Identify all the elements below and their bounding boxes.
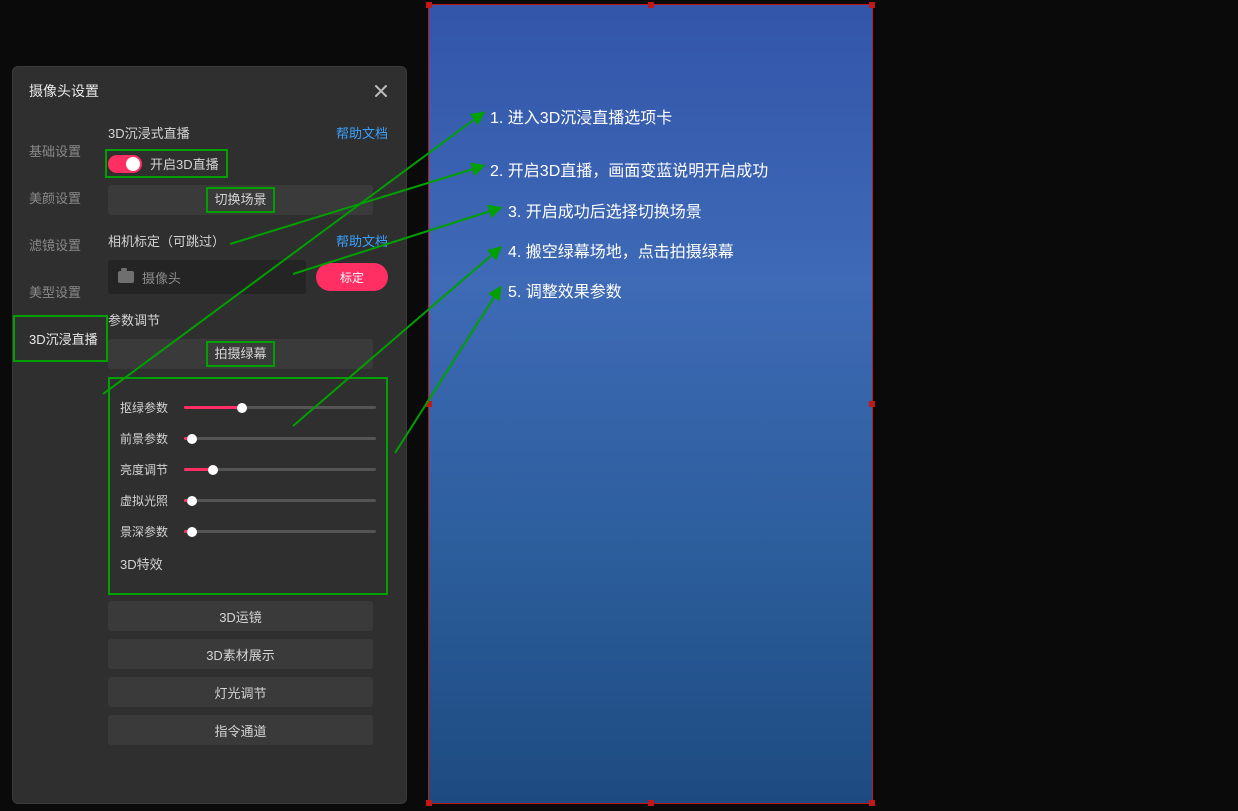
resize-handle[interactable] [426, 401, 432, 407]
close-icon[interactable] [372, 82, 390, 100]
slider-label: 景深参数 [120, 523, 176, 540]
camera-icon [118, 271, 134, 283]
tab-filter[interactable]: 滤镜设置 [13, 221, 108, 268]
help-link[interactable]: 帮助文档 [336, 123, 388, 142]
resize-handle[interactable] [869, 800, 875, 806]
camera-select[interactable]: 摄像头 [108, 260, 306, 294]
resize-handle[interactable] [869, 2, 875, 8]
slider-foreground[interactable] [184, 437, 376, 440]
camera-placeholder: 摄像头 [142, 268, 181, 287]
capture-greenscreen-button[interactable]: 拍摄绿幕 [108, 339, 373, 369]
slider-label: 亮度调节 [120, 461, 176, 478]
resize-handle[interactable] [869, 401, 875, 407]
slider-label: 前景参数 [120, 430, 176, 447]
fx-command-button[interactable]: 指令通道 [108, 715, 373, 745]
calibrate-button[interactable]: 标定 [316, 263, 388, 291]
annotation-text: 4. 搬空绿幕场地，点击拍摄绿幕 [508, 238, 734, 262]
annotation-text: 1. 进入3D沉浸直播选项卡 [490, 104, 672, 128]
annotation-text: 5. 调整效果参数 [508, 278, 622, 302]
settings-content: 3D沉浸式直播 帮助文档 开启3D直播 切换场景 相机标定（可跳过） 帮助文档 … [108, 107, 406, 753]
camera-settings-dialog: 摄像头设置 基础设置 美颜设置 滤镜设置 美型设置 3D沉浸直播 3D沉浸式直播… [12, 66, 407, 804]
resize-handle[interactable] [648, 800, 654, 806]
slider-label: 抠绿参数 [120, 399, 176, 416]
dialog-title: 摄像头设置 [29, 81, 99, 101]
resize-handle[interactable] [648, 2, 654, 8]
resize-handle[interactable] [426, 2, 432, 8]
slider-label: 虚拟光照 [120, 492, 176, 509]
slider-chroma[interactable] [184, 406, 376, 409]
fx-3d-camera-button[interactable]: 3D运镜 [108, 601, 373, 631]
tab-3d-immersive[interactable]: 3D沉浸直播 [13, 315, 108, 362]
tab-beauty[interactable]: 美颜设置 [13, 174, 108, 221]
tab-shape[interactable]: 美型设置 [13, 268, 108, 315]
capture-greenscreen-label: 拍摄绿幕 [206, 341, 274, 367]
calib-label: 相机标定（可跳过） [108, 231, 225, 250]
switch-scene-button[interactable]: 切换场景 [108, 185, 373, 215]
slider-depth[interactable] [184, 530, 376, 533]
toggle-3d-label: 开启3D直播 [150, 154, 219, 173]
switch-scene-label: 切换场景 [206, 187, 274, 213]
resize-handle[interactable] [426, 800, 432, 806]
slider-brightness[interactable] [184, 468, 376, 471]
annotation-text: 3. 开启成功后选择切换场景 [508, 198, 702, 222]
fx-label: 3D特效 [120, 554, 376, 573]
slider-virtual-light[interactable] [184, 499, 376, 502]
annotation-text: 2. 开启3D直播，画面变蓝说明开启成功 [490, 157, 768, 181]
tab-basic[interactable]: 基础设置 [13, 127, 108, 174]
help-link[interactable]: 帮助文档 [336, 231, 388, 250]
section-3d-label: 3D沉浸式直播 [108, 123, 190, 142]
toggle-3d-switch[interactable] [108, 155, 142, 173]
fx-lighting-button[interactable]: 灯光调节 [108, 677, 373, 707]
fx-3d-material-button[interactable]: 3D素材展示 [108, 639, 373, 669]
param-box: 抠绿参数 前景参数 亮度调节 虚拟光照 景深参数 [108, 377, 388, 595]
settings-tabs: 基础设置 美颜设置 滤镜设置 美型设置 3D沉浸直播 [13, 107, 108, 753]
param-label: 参数调节 [108, 310, 160, 329]
